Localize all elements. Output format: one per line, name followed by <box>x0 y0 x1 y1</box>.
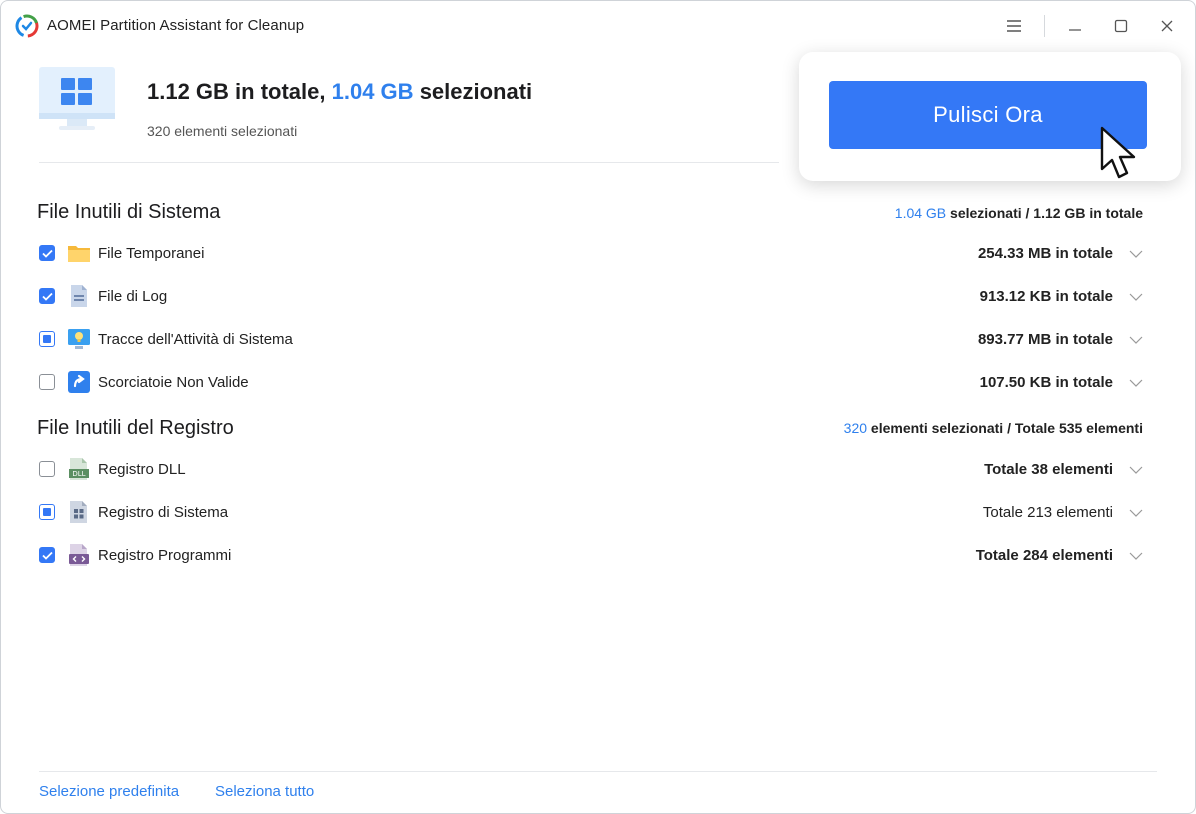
registry-section-total: 320 elementi selezionati / Totale 535 el… <box>844 420 1143 436</box>
list-item-system-registry[interactable]: Registro di Sistema Totale 213 elementi <box>37 499 1147 529</box>
chevron-down-icon[interactable] <box>1129 249 1143 259</box>
mouse-cursor-icon <box>1100 126 1136 179</box>
chevron-down-icon[interactable] <box>1129 292 1143 302</box>
checkmark-icon <box>41 551 53 560</box>
list-item-temp-files[interactable]: File Temporanei 254.33 MB in totale <box>37 240 1147 270</box>
chevron-down-icon[interactable] <box>1129 508 1143 518</box>
titlebar-separator <box>1044 15 1045 37</box>
shortcut-icon <box>68 371 90 393</box>
system-registry-icon <box>70 501 87 523</box>
hamburger-icon <box>1007 20 1021 32</box>
registry-section-title: File Inutili del Registro <box>37 417 234 439</box>
divider <box>39 162 779 163</box>
chevron-down-icon[interactable] <box>1129 551 1143 561</box>
app-window: AOMEI Partition Assistant for Cleanup 1.… <box>0 0 1196 814</box>
activity-trace-icon <box>68 329 90 349</box>
system-section-total: 1.04 GB selezionati / 1.12 GB in totale <box>895 205 1143 221</box>
item-size: 913.12 KB in totale <box>979 288 1113 305</box>
menu-button[interactable] <box>1001 13 1027 39</box>
maximize-icon <box>1114 19 1128 33</box>
chevron-down-icon[interactable] <box>1129 378 1143 388</box>
checkbox[interactable] <box>39 504 55 520</box>
registry-selected-text: elementi selezionati / Totale 535 elemen… <box>870 420 1143 436</box>
list-item-invalid-shortcuts[interactable]: Scorciatoie Non Valide 107.50 KB in tota… <box>37 369 1147 399</box>
checkbox[interactable] <box>39 288 55 304</box>
checkbox[interactable] <box>39 461 55 477</box>
list-item-activity-traces[interactable]: Tracce dell'Attività di Sistema 893.77 M… <box>37 326 1147 356</box>
registry-selected-value: 320 <box>843 420 868 436</box>
svg-text:DLL: DLL <box>72 470 85 478</box>
list-item-dll-registry[interactable]: DLL Registro DLL Totale 38 elementi <box>37 456 1147 486</box>
item-label: Scorciatoie Non Valide <box>98 374 249 391</box>
item-label: Registro di Sistema <box>98 504 229 521</box>
checkmark-icon <box>41 249 53 258</box>
checkmark-icon <box>41 292 53 301</box>
maximize-button[interactable] <box>1108 13 1134 39</box>
summary-selected-value: 1.04 GB <box>331 79 414 104</box>
item-label: File di Log <box>98 288 168 305</box>
item-label: Registro Programmi <box>98 547 232 564</box>
item-label: Registro DLL <box>98 461 186 478</box>
folder-icon <box>68 246 90 262</box>
summary-selected-suffix: selezionati <box>419 79 533 104</box>
app-logo-icon <box>15 14 39 38</box>
dll-icon: DLL <box>69 458 89 480</box>
item-size: Totale 213 elementi <box>982 504 1113 521</box>
system-selected-value: 1.04 GB <box>894 205 947 221</box>
item-size: Totale 38 elementi <box>984 461 1113 478</box>
item-size: 254.33 MB in totale <box>977 245 1113 262</box>
minimize-button[interactable] <box>1062 13 1088 39</box>
window-title: AOMEI Partition Assistant for Cleanup <box>47 17 305 34</box>
minimize-icon <box>1069 29 1081 31</box>
checkbox[interactable] <box>39 374 55 390</box>
default-selection-link[interactable]: Selezione predefinita <box>39 783 179 800</box>
item-label: File Temporanei <box>98 245 205 262</box>
summary-total: 1.12 GB in totale, 1.04 GB selezionati <box>147 79 532 105</box>
checkbox[interactable] <box>39 547 55 563</box>
item-size: Totale 284 elementi <box>975 547 1113 564</box>
chevron-down-icon[interactable] <box>1129 335 1143 345</box>
select-all-link[interactable]: Seleziona tutto <box>215 783 314 800</box>
summary-items-selected: 320 elementi selezionati <box>147 123 298 139</box>
list-item-log-files[interactable]: File di Log 913.12 KB in totale <box>37 283 1147 313</box>
checkbox[interactable] <box>39 245 55 261</box>
program-registry-icon <box>69 544 89 566</box>
title-bar: AOMEI Partition Assistant for Cleanup <box>1 1 1195 51</box>
log-file-icon <box>71 285 87 307</box>
checkbox[interactable] <box>39 331 55 347</box>
item-size: 107.50 KB in totale <box>979 374 1113 391</box>
item-label: Tracce dell'Attività di Sistema <box>98 331 293 348</box>
system-selected-text: selezionati / 1.12 GB in totale <box>950 205 1143 221</box>
system-section-title: File Inutili di Sistema <box>37 201 221 223</box>
item-size: 893.77 MB in totale <box>977 331 1113 348</box>
close-button[interactable] <box>1154 13 1180 39</box>
close-icon <box>1161 20 1173 32</box>
summary-total-text: 1.12 GB in totale, <box>147 79 326 104</box>
footer-divider <box>39 771 1157 772</box>
list-item-program-registry[interactable]: Registro Programmi Totale 284 elementi <box>37 542 1147 572</box>
computer-monitor-icon <box>39 67 115 130</box>
chevron-down-icon[interactable] <box>1129 465 1143 475</box>
